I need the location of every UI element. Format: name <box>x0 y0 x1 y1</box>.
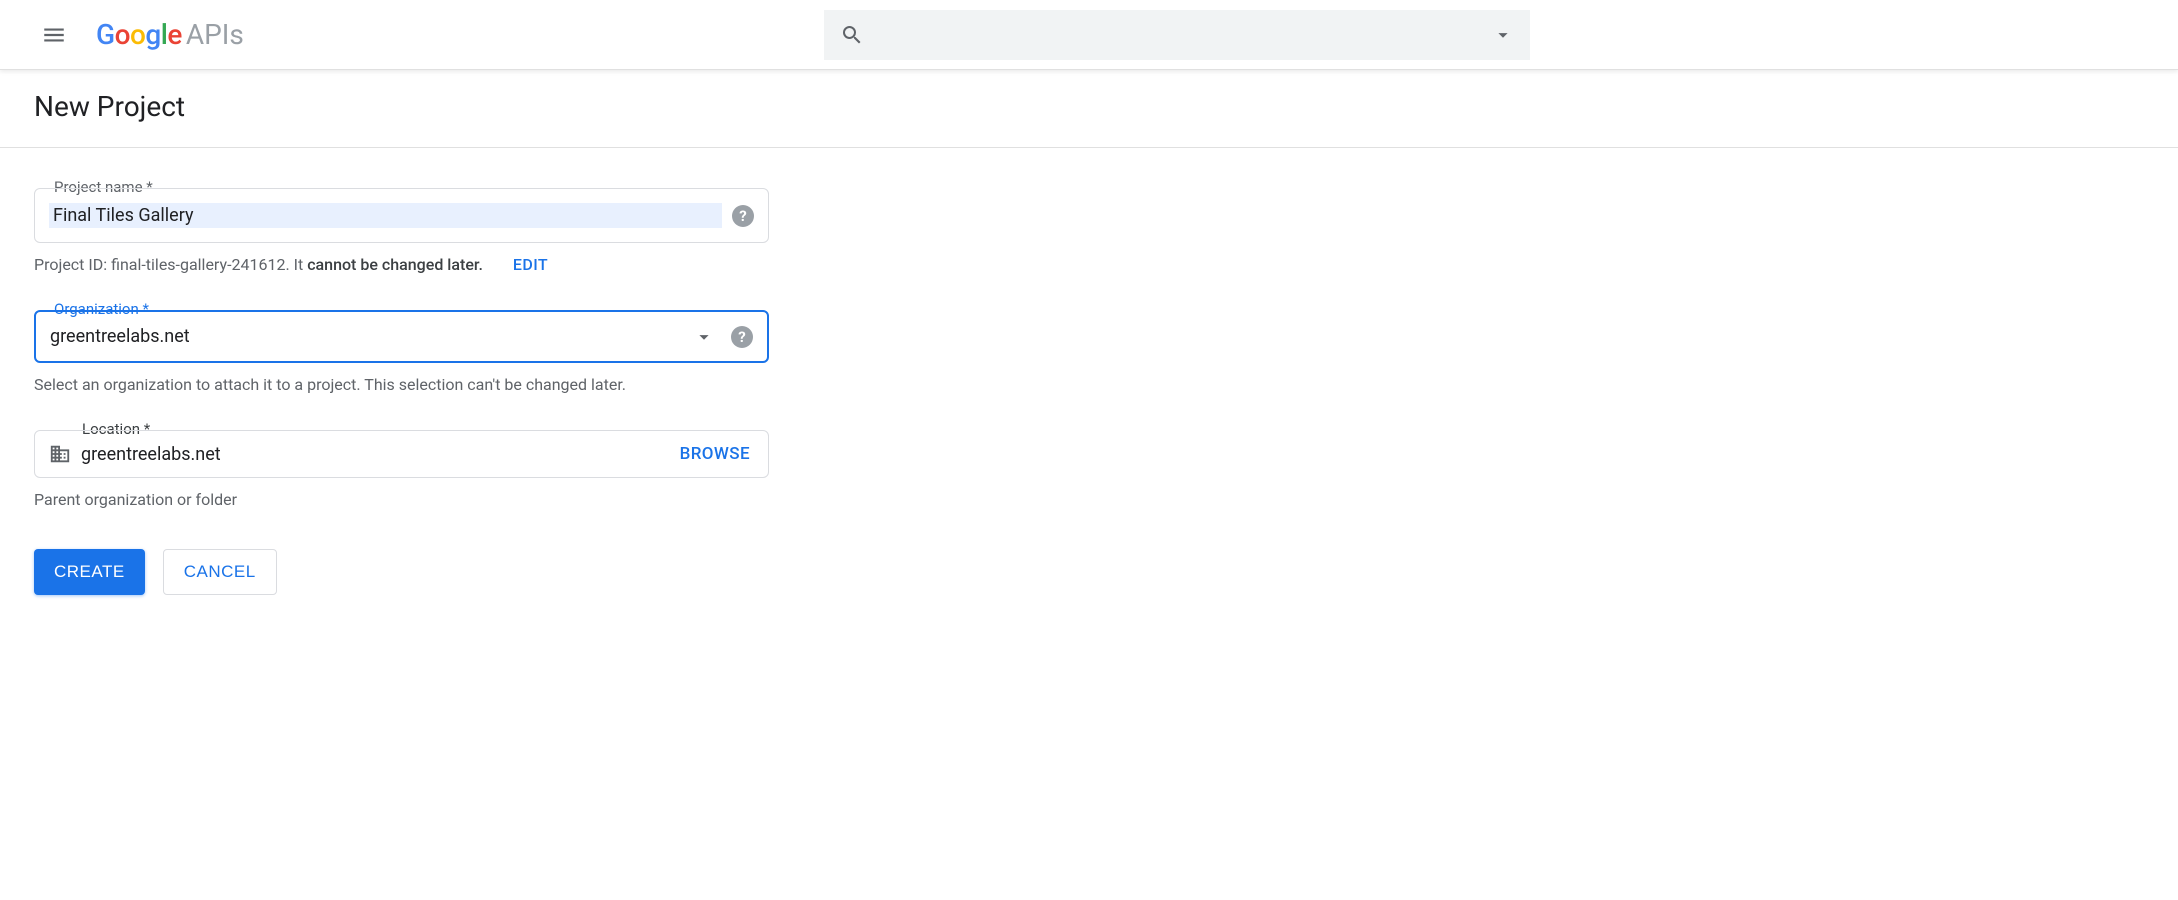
help-icon[interactable]: ? <box>732 205 754 227</box>
cancel-button[interactable]: CANCEL <box>163 549 277 595</box>
create-button[interactable]: CREATE <box>34 549 145 595</box>
search-box[interactable] <box>824 10 1530 60</box>
project-id-bold: cannot be changed later. <box>307 255 483 274</box>
location-help-text: Parent organization or folder <box>34 490 786 509</box>
page-title-bar: New Project <box>0 70 2178 148</box>
chevron-down-icon <box>693 326 715 348</box>
organization-select[interactable]: greentreelabs.net ? <box>34 310 769 363</box>
location-field-wrap: Location * greentreelabs.net BROWSE <box>34 430 786 478</box>
project-id-suffix: . It <box>285 255 307 274</box>
organization-icon <box>49 443 71 465</box>
help-icon[interactable]: ? <box>731 326 753 348</box>
button-row: CREATE CANCEL <box>34 549 786 595</box>
top-bar: Google APIs <box>0 0 2178 70</box>
dropdown-caret-icon[interactable] <box>1492 24 1514 46</box>
project-id-row: Project ID: final-tiles-gallery-241612. … <box>34 255 786 274</box>
project-name-field[interactable]: Final Tiles Gallery ? <box>34 188 769 243</box>
project-name-input[interactable]: Final Tiles Gallery <box>49 203 722 228</box>
organization-value: greentreelabs.net <box>50 326 190 347</box>
location-field[interactable]: greentreelabs.net BROWSE <box>34 430 769 478</box>
organization-help-text: Select an organization to attach it to a… <box>34 375 786 394</box>
browse-button[interactable]: BROWSE <box>680 444 750 464</box>
form-area: Project name * Final Tiles Gallery ? Pro… <box>0 148 820 635</box>
search-icon <box>840 23 864 47</box>
project-id-value: final-tiles-gallery-241612 <box>111 255 285 274</box>
apis-text: APIs <box>186 18 244 51</box>
google-apis-logo: Google APIs <box>96 18 244 51</box>
hamburger-menu-icon[interactable] <box>30 11 78 59</box>
google-logo: Google <box>96 18 182 51</box>
edit-project-id-link[interactable]: EDIT <box>513 255 548 274</box>
project-id-prefix: Project ID: <box>34 255 111 274</box>
project-name-field-wrap: Project name * Final Tiles Gallery ? <box>34 188 786 243</box>
page-title: New Project <box>34 90 2144 123</box>
location-value: greentreelabs.net <box>81 444 221 465</box>
organization-field-wrap: Organization * greentreelabs.net ? <box>34 310 786 363</box>
search-input[interactable] <box>876 26 1492 44</box>
